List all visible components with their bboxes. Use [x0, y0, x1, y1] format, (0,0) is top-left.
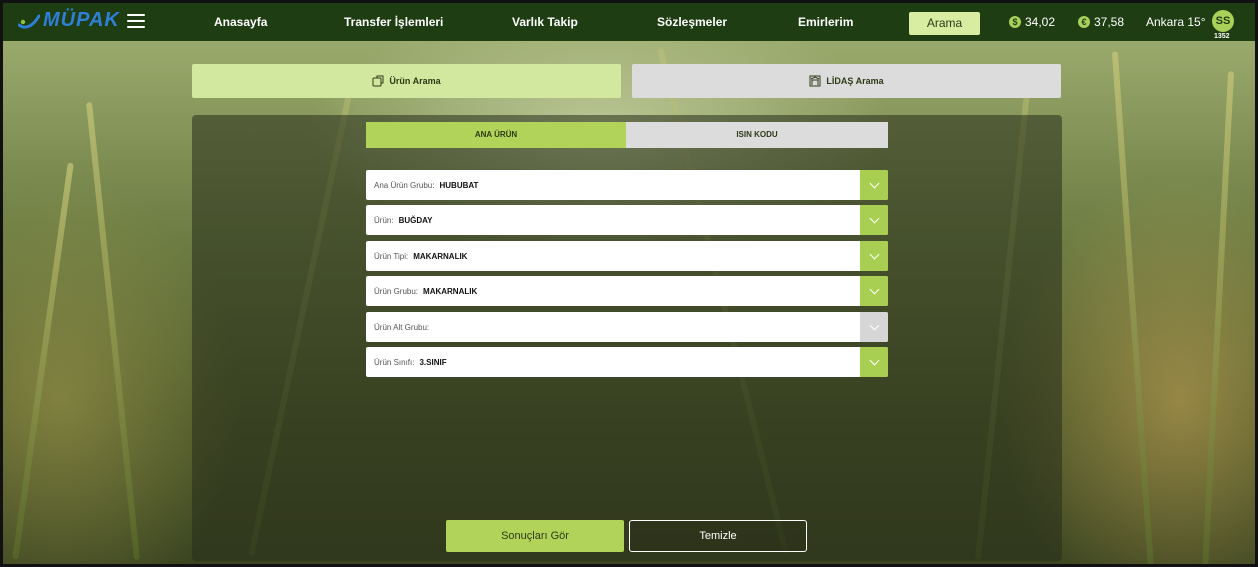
select-urun-alt-grubu[interactable]: Ürün Alt Grubu:: [366, 312, 888, 342]
tab-lidas-arama-label: LİDAŞ Arama: [826, 76, 884, 86]
nav-arama[interactable]: Arama: [909, 12, 980, 35]
field-value: 3.SINIF: [419, 357, 447, 367]
eur-rate: € 37,58: [1078, 15, 1124, 29]
user-avatar[interactable]: SS: [1212, 10, 1234, 32]
select-urun[interactable]: Ürün: BUĞDAY: [366, 205, 888, 235]
select-urun-tipi[interactable]: Ürün Tipi: MAKARNALIK: [366, 241, 888, 271]
field-label: Ürün:: [374, 215, 394, 225]
logo-text: MÜPAK: [43, 9, 120, 31]
chevron-down-icon[interactable]: [860, 170, 888, 200]
select-ana-urun-grubu[interactable]: Ana Ürün Grubu: HUBUBAT: [366, 170, 888, 200]
chevron-down-icon[interactable]: [860, 276, 888, 306]
chevron-down-icon[interactable]: [860, 312, 888, 342]
field-value: HUBUBAT: [439, 180, 479, 190]
field-label: Ürün Alt Grubu:: [374, 322, 430, 332]
euro-icon: €: [1078, 16, 1090, 28]
chevron-down-icon[interactable]: [860, 205, 888, 235]
dollar-icon: $: [1009, 16, 1021, 28]
usd-rate: $ 34,02: [1009, 15, 1055, 29]
select-urun-grubu[interactable]: Ürün Grubu: MAKARNALIK: [366, 276, 888, 306]
nav-sozlesmeler[interactable]: Sözleşmeler: [657, 15, 727, 29]
subtab-ana-urun[interactable]: ANA ÜRÜN: [366, 122, 626, 148]
top-navigation-bar: MÜPAK Anasayfa Transfer İşlemleri Varlık…: [0, 0, 1258, 41]
user-number: 1352: [1214, 33, 1230, 40]
show-results-button[interactable]: Sonuçları Gör: [446, 520, 624, 552]
subtab-isin-kodu[interactable]: ISIN KODU: [626, 122, 888, 148]
tab-lidas-arama[interactable]: LİDAŞ Arama: [632, 64, 1061, 98]
chevron-down-icon[interactable]: [860, 241, 888, 271]
field-value: MAKARNALIK: [423, 286, 478, 296]
nav-emirlerim[interactable]: Emirlerim: [798, 15, 853, 29]
tab-urun-arama-label: Ürün Arama: [389, 76, 441, 86]
app-logo[interactable]: MÜPAK: [18, 9, 120, 32]
field-value: MAKARNALIK: [413, 251, 468, 261]
building-icon: [809, 75, 821, 87]
field-label: Ürün Sınıfı:: [374, 357, 415, 367]
clear-button[interactable]: Temizle: [629, 520, 807, 552]
nav-varlik-takip[interactable]: Varlık Takip: [512, 15, 578, 29]
eur-rate-value: 37,58: [1094, 15, 1125, 29]
weather-text: Ankara 15°: [1146, 15, 1206, 29]
field-label: Ürün Grubu:: [374, 286, 419, 296]
tab-urun-arama[interactable]: Ürün Arama: [192, 64, 621, 98]
nav-anasayfa[interactable]: Anasayfa: [214, 15, 267, 29]
select-urun-sinifi[interactable]: Ürün Sınıfı: 3.SINIF: [366, 347, 888, 377]
nav-transfer-islemleri[interactable]: Transfer İşlemleri: [344, 15, 443, 29]
logo-swoosh-icon: [18, 14, 40, 29]
field-label: Ürün Tipi:: [374, 251, 409, 261]
chevron-down-icon[interactable]: [860, 347, 888, 377]
product-icon: [372, 75, 384, 87]
field-label: Ana Ürün Grubu:: [374, 180, 435, 190]
hamburger-menu-icon[interactable]: [127, 14, 145, 28]
usd-rate-value: 34,02: [1025, 15, 1056, 29]
field-value: BUĞDAY: [398, 215, 433, 225]
